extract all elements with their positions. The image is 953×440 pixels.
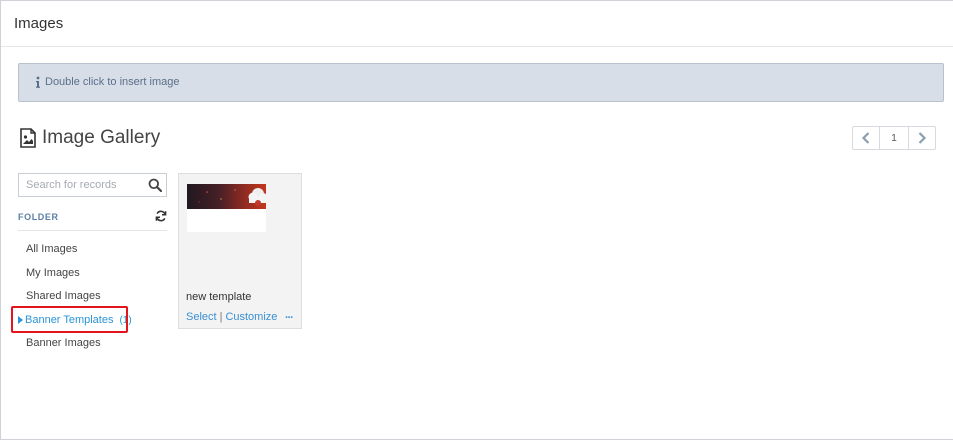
folder-item-label: Banner Templates (1) — [25, 314, 132, 326]
image-card-actions: Select | Customize — [186, 311, 277, 323]
folder-item-count: (1) — [119, 314, 132, 326]
select-link[interactable]: Select — [186, 311, 217, 323]
folder-item-banner-templates[interactable]: Banner Templates (1) — [18, 310, 167, 334]
info-banner: Double click to insert image — [18, 63, 944, 102]
page-number[interactable]: 1 — [880, 127, 908, 149]
previous-page-button[interactable] — [853, 127, 880, 149]
gallery-title: Image Gallery — [42, 127, 161, 148]
refresh-icon[interactable] — [155, 210, 167, 222]
folder-item-label: Shared Images — [26, 290, 101, 302]
folder-item-my-images[interactable]: My Images — [18, 263, 167, 287]
image-card-name: new template — [186, 291, 252, 303]
folder-item-shared-images[interactable]: Shared Images — [18, 286, 167, 310]
folder-item-label: Banner Images — [26, 337, 101, 349]
search-box — [18, 173, 167, 197]
folder-item-label-text: Banner Templates — [25, 313, 114, 326]
folder-heading: FOLDER — [18, 212, 59, 222]
folder-item-all-images[interactable]: All Images — [18, 239, 167, 263]
action-separator: | — [219, 311, 223, 323]
images-dialog: Images Double click to insert image Imag… — [0, 0, 953, 440]
folder-item-banner-images[interactable]: Banner Images — [18, 333, 167, 357]
banner-graphic — [198, 188, 266, 206]
folder-header: FOLDER — [18, 209, 167, 231]
dialog-title: Images — [14, 15, 64, 32]
folder-item-label: All Images — [26, 243, 78, 255]
banner-preview — [187, 184, 266, 209]
chevron-left-icon — [861, 132, 870, 144]
next-page-button[interactable] — [908, 127, 935, 149]
pagination: 1 — [852, 126, 936, 150]
more-options-button[interactable]: ... — [285, 309, 293, 321]
image-card[interactable]: new template Select | Customize ... — [178, 173, 302, 329]
search-icon[interactable] — [148, 178, 162, 192]
search-input[interactable] — [19, 174, 143, 196]
info-icon — [36, 76, 40, 88]
image-icon — [20, 128, 36, 148]
image-thumbnail[interactable] — [187, 184, 266, 232]
info-text: Double click to insert image — [45, 76, 180, 88]
caret-right-icon — [18, 315, 23, 324]
folder-list: All Images My Images Shared Images Banne… — [18, 239, 167, 357]
chevron-right-icon — [918, 132, 927, 144]
customize-link[interactable]: Customize — [225, 311, 277, 323]
dialog-titlebar: Images — [1, 1, 953, 47]
folder-item-label: My Images — [26, 266, 80, 279]
